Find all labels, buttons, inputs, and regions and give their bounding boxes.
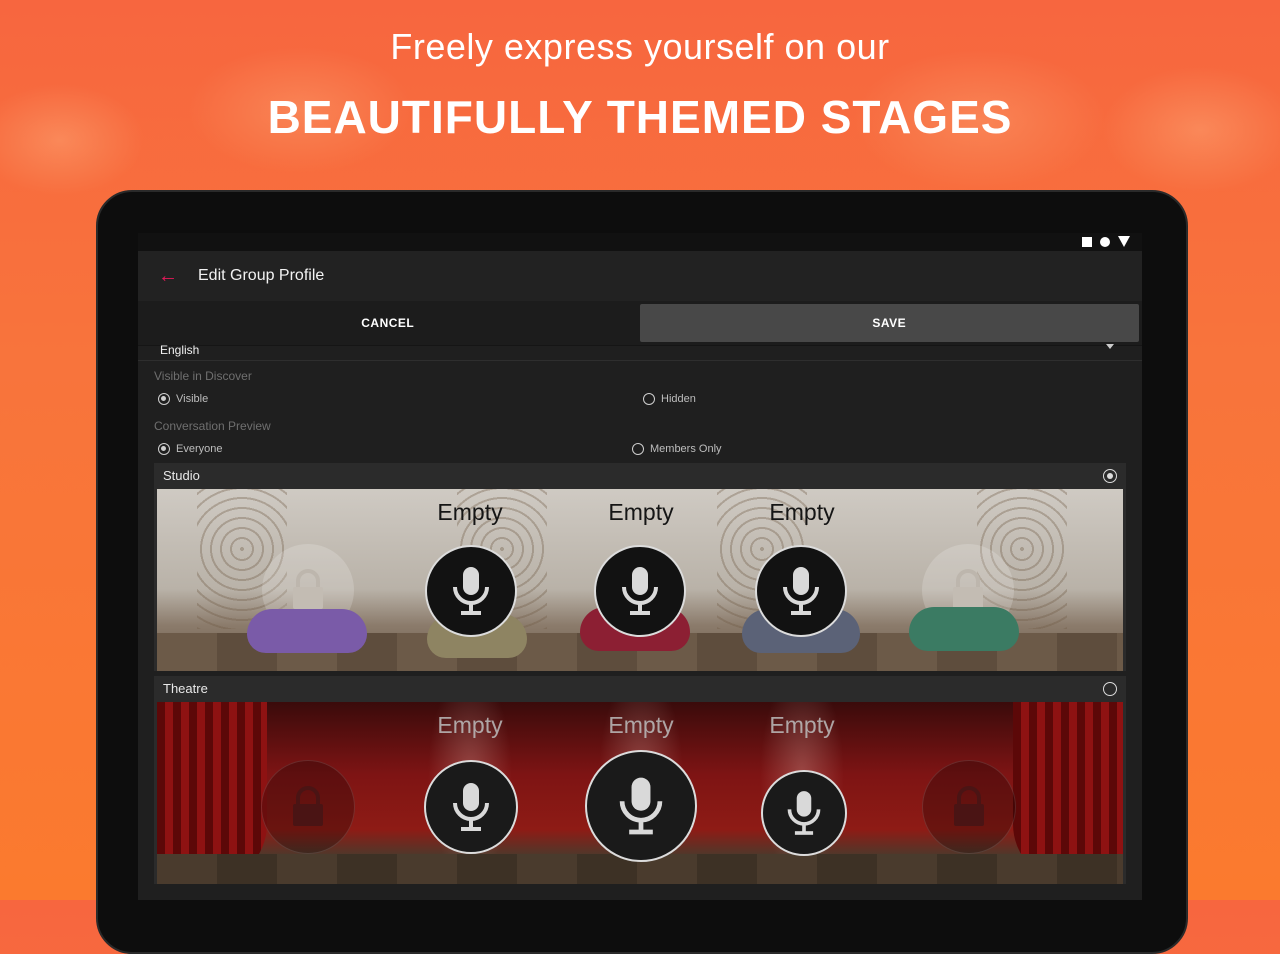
- app-screen: ← Edit Group Profile CANCEL SAVE English…: [138, 233, 1142, 900]
- microphone-icon[interactable]: [761, 770, 847, 856]
- slot-label: Empty: [608, 499, 674, 525]
- radio-visible[interactable]: Visible: [158, 393, 208, 405]
- app-bar: ← Edit Group Profile: [138, 251, 1142, 301]
- back-arrow-icon[interactable]: ←: [138, 265, 198, 288]
- radio-unchecked-icon: [632, 443, 644, 455]
- slot-label: Empty: [608, 712, 674, 738]
- microphone-icon[interactable]: [594, 545, 686, 637]
- language-select[interactable]: English: [138, 343, 1142, 361]
- recents-icon: [1082, 236, 1092, 247]
- lock-icon: [261, 760, 355, 854]
- conversation-preview-label: Conversation Preview: [154, 419, 271, 433]
- radio-members-only-label: Members Only: [650, 443, 722, 455]
- radio-everyone[interactable]: Everyone: [158, 443, 222, 455]
- status-bar: [138, 233, 1142, 251]
- radio-hidden-label: Hidden: [661, 393, 696, 405]
- theme-name: Studio: [163, 468, 200, 483]
- slot-label: Empty: [437, 712, 503, 738]
- language-value: English: [160, 343, 200, 357]
- lock-icon: [922, 760, 1016, 854]
- visible-in-discover-label: Visible in Discover: [154, 369, 252, 383]
- seat-cushion: [909, 607, 1019, 651]
- radio-everyone-label: Everyone: [176, 443, 223, 455]
- radio-checked-icon: [158, 393, 170, 405]
- seat-cushion: [247, 609, 367, 653]
- action-bar: CANCEL SAVE: [138, 301, 1142, 346]
- hero-title: BEAUTIFULLY THEMED STAGES: [267, 91, 1013, 143]
- signal-icon: [1118, 236, 1130, 247]
- cancel-button[interactable]: CANCEL: [138, 301, 638, 345]
- radio-hidden[interactable]: Hidden: [643, 393, 696, 405]
- slot-label: Empty: [769, 499, 835, 525]
- studio-stage-preview: Empty Empty Empty: [157, 489, 1123, 671]
- microphone-icon[interactable]: [755, 545, 847, 637]
- home-icon: [1100, 236, 1110, 247]
- slot-label: Empty: [437, 499, 503, 525]
- radio-members-only[interactable]: Members Only: [632, 443, 722, 455]
- microphone-icon[interactable]: [585, 750, 697, 862]
- radio-unchecked-icon: [643, 393, 655, 405]
- hero-subtitle: Freely express yourself on our: [390, 26, 890, 67]
- microphone-icon[interactable]: [424, 760, 518, 854]
- save-button[interactable]: SAVE: [639, 304, 1139, 342]
- theme-radio-selected[interactable]: [1103, 469, 1117, 483]
- theatre-stage-preview: Empty Empty Empty: [157, 702, 1123, 884]
- theme-radio-unselected[interactable]: [1103, 682, 1117, 696]
- slot-label: Empty: [769, 712, 835, 738]
- page-title: Edit Group Profile: [198, 267, 325, 284]
- dropdown-caret-icon: [1106, 344, 1114, 349]
- microphone-icon[interactable]: [425, 545, 517, 637]
- theme-theatre[interactable]: Theatre Empty Empty Empty: [154, 676, 1126, 884]
- radio-visible-label: Visible: [176, 393, 209, 405]
- radio-checked-icon: [158, 443, 170, 455]
- theme-studio[interactable]: Studio Empty Empty Empty: [154, 463, 1126, 671]
- theme-name: Theatre: [163, 681, 208, 696]
